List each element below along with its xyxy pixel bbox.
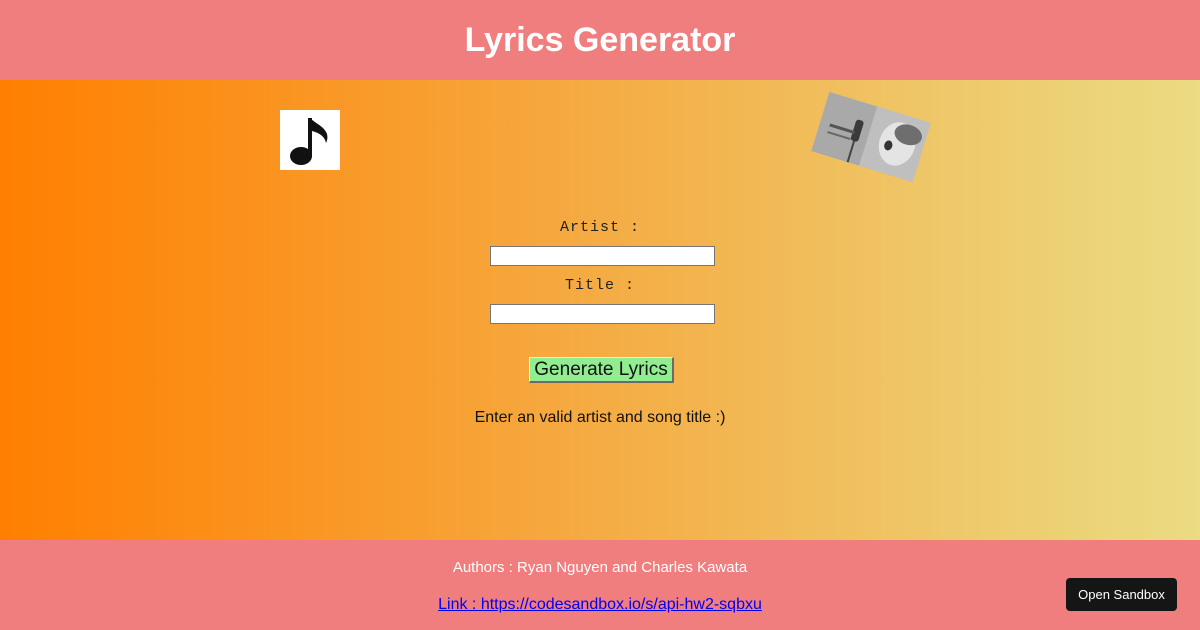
music-note-icon bbox=[280, 110, 340, 170]
header: Lyrics Generator bbox=[0, 0, 1200, 80]
link-line: Link : https://codesandbox.io/s/api-hw2-… bbox=[0, 596, 1200, 614]
authors-text: Authors : Ryan Nguyen and Charles Kawata bbox=[452, 559, 748, 576]
artist-input[interactable] bbox=[490, 246, 715, 266]
sandbox-link[interactable]: Link : https://codesandbox.io/s/api-hw2-… bbox=[438, 596, 762, 613]
singer-photo bbox=[811, 91, 931, 183]
open-sandbox-button[interactable]: Open Sandbox bbox=[1066, 578, 1177, 611]
title-input[interactable] bbox=[490, 304, 715, 324]
status-message: Enter an valid artist and song title :) bbox=[474, 409, 726, 426]
main-content: Artist : Title : Generate Lyrics Enter a… bbox=[0, 80, 1200, 540]
footer: Authors : Ryan Nguyen and Charles Kawata… bbox=[0, 540, 1200, 630]
page-title: Lyrics Generator bbox=[464, 20, 736, 59]
generate-lyrics-button[interactable]: Generate Lyrics bbox=[529, 357, 674, 383]
artist-label: Artist : bbox=[559, 219, 640, 236]
title-label: Title : bbox=[564, 277, 635, 294]
